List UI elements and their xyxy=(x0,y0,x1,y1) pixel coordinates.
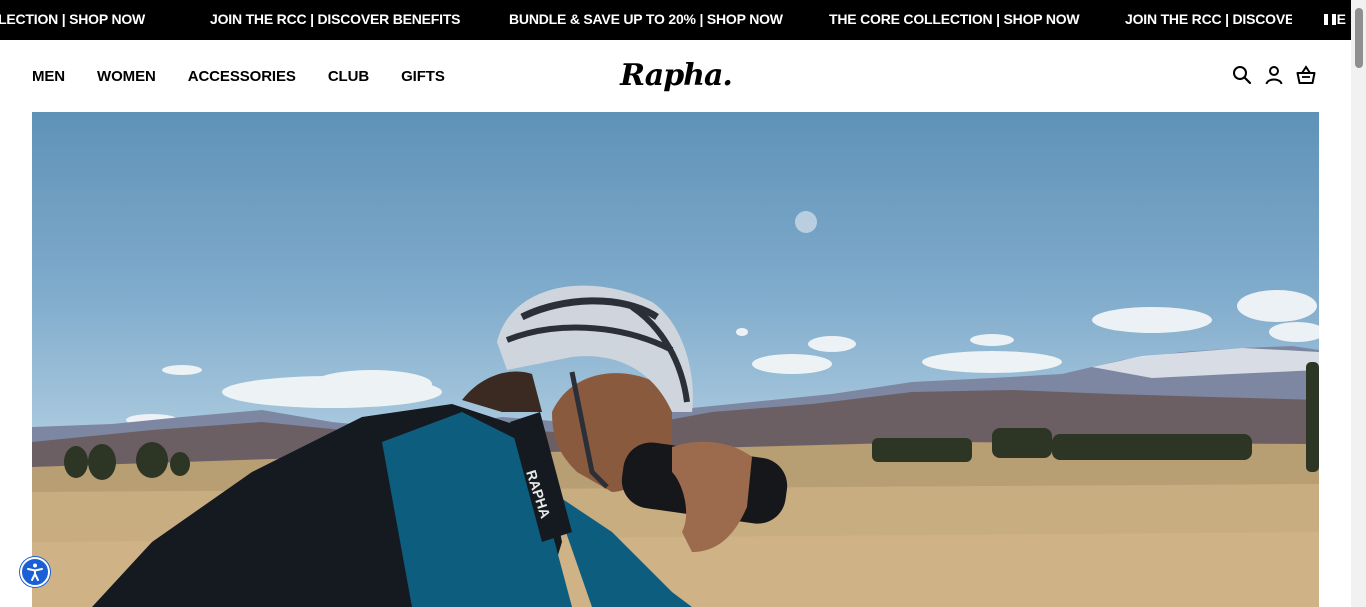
nav-item-men[interactable]: MEN xyxy=(32,68,65,85)
announcement-message[interactable]: JOIN THE RCC | DISCOVER BENE xyxy=(1125,0,1346,40)
page-scrollbar[interactable] xyxy=(1351,0,1366,607)
announcement-message[interactable]: JOIN THE RCC | DISCOVER BENEFITS xyxy=(210,0,461,40)
accessibility-button[interactable] xyxy=(20,557,50,587)
basket-icon[interactable] xyxy=(1296,65,1316,85)
nav-item-gifts[interactable]: GIFTS xyxy=(401,68,445,85)
rapha-logo[interactable]: Rapha. xyxy=(620,52,733,98)
site-header: MEN WOMEN ACCESSORIES CLUB GIFTS Rapha. xyxy=(0,40,1351,112)
header-icons xyxy=(1232,65,1316,87)
nav-item-club[interactable]: CLUB xyxy=(328,68,369,85)
pause-icon-bar xyxy=(1332,14,1336,25)
nav-item-women[interactable]: WOMEN xyxy=(97,68,156,85)
rider-hair xyxy=(462,371,542,412)
scrollbar-thumb[interactable] xyxy=(1355,8,1363,68)
nav-item-accessories[interactable]: ACCESSORIES xyxy=(188,68,296,85)
pause-button[interactable] xyxy=(1324,14,1336,26)
hero-photo: RAPHA xyxy=(32,211,1319,607)
announcement-message[interactable]: BUNDLE & SAVE UP TO 20% | SHOP NOW xyxy=(509,0,783,40)
account-icon[interactable] xyxy=(1264,65,1284,85)
pause-icon xyxy=(1324,14,1328,25)
accessibility-icon xyxy=(27,563,43,581)
announcement-message[interactable]: THE CORE COLLECTION | SHOP NOW xyxy=(829,0,1080,40)
main-nav: MEN WOMEN ACCESSORIES CLUB GIFTS xyxy=(32,40,477,112)
search-icon[interactable] xyxy=(1232,65,1252,85)
announcement-bar: LECTION | SHOP NOW JOIN THE RCC | DISCOV… xyxy=(0,0,1366,40)
hero-image[interactable]: RAPHA xyxy=(32,112,1319,607)
announcement-message[interactable]: LECTION | SHOP NOW xyxy=(0,0,145,40)
